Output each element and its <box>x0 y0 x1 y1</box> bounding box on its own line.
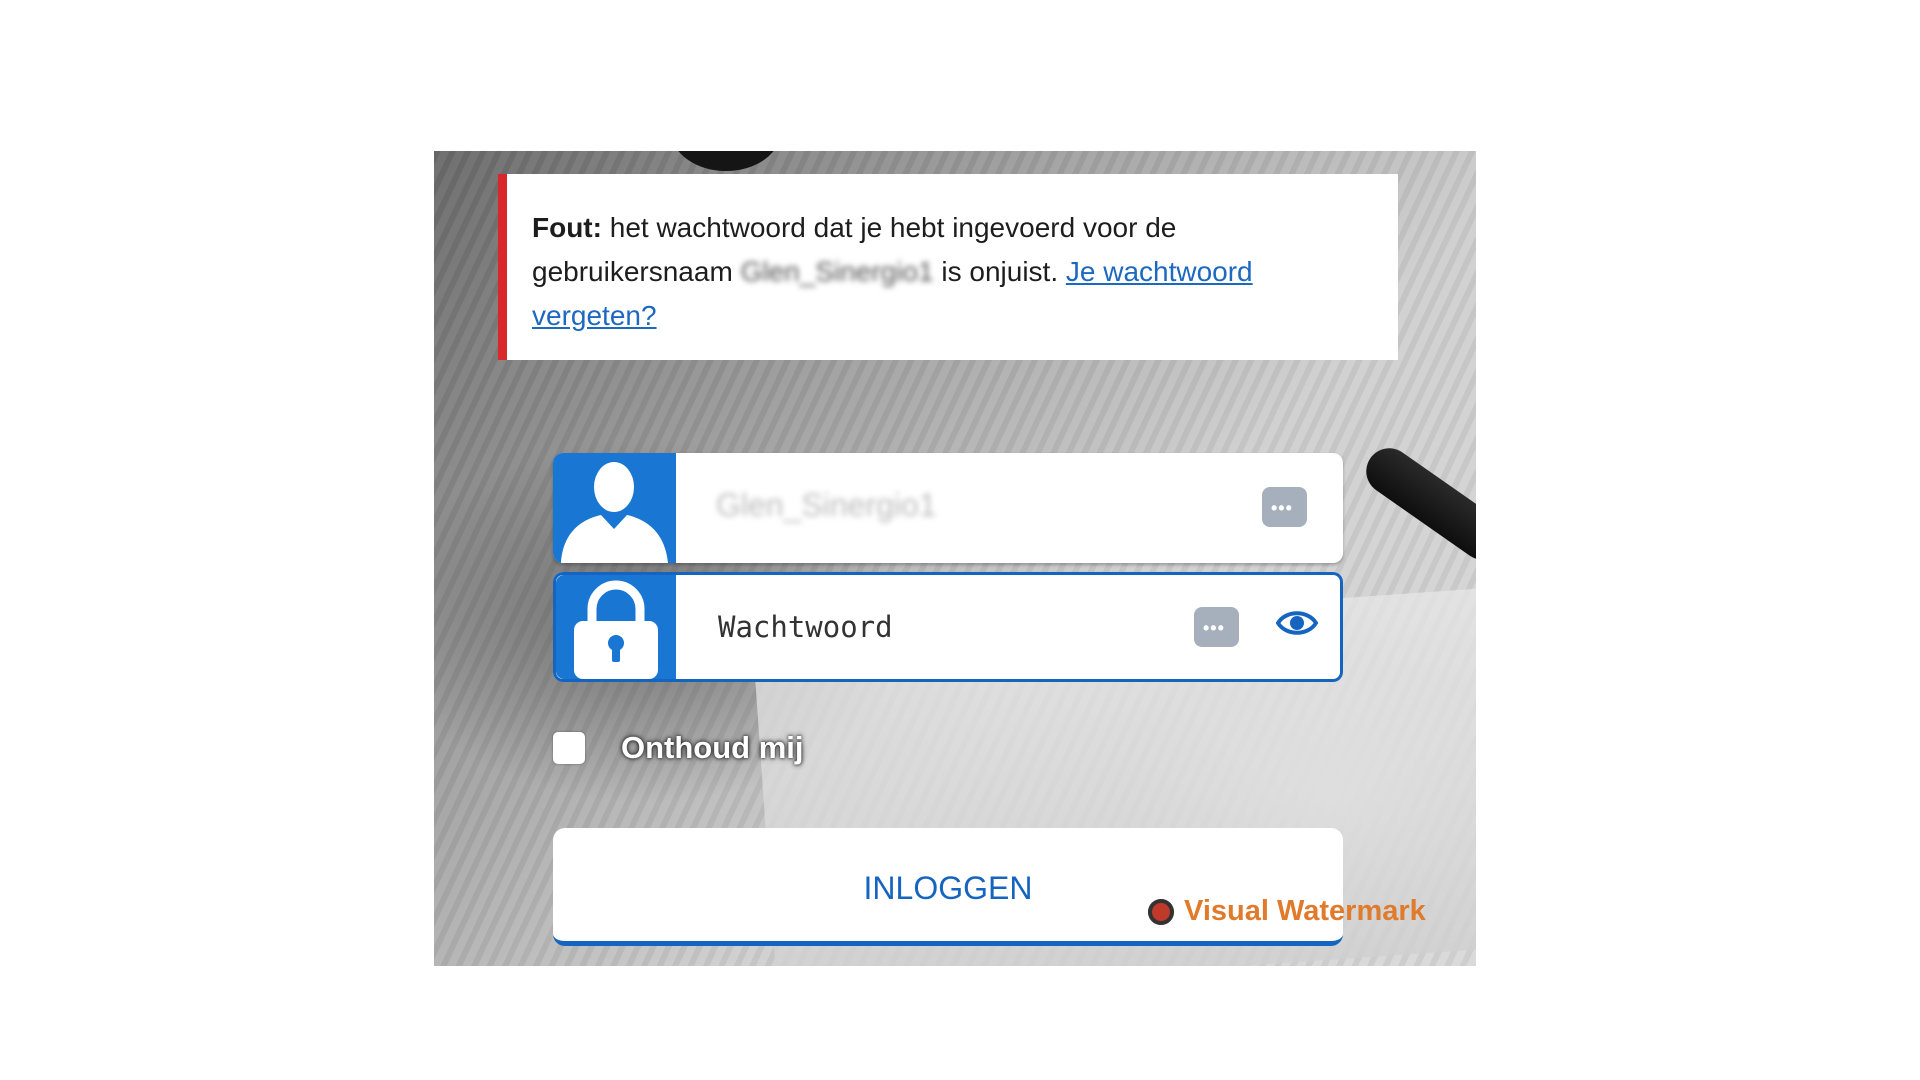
lock-icon <box>556 575 676 679</box>
watermark: Visual Watermark <box>1148 895 1426 928</box>
user-icon <box>553 453 676 563</box>
remember-me-checkbox[interactable] <box>553 732 585 764</box>
password-input[interactable] <box>716 596 1170 658</box>
show-password-eye-icon[interactable] <box>1275 602 1319 644</box>
password-input-area[interactable]: ••• <box>683 572 1343 682</box>
error-message-part2: is onjuist. <box>941 256 1059 287</box>
background-pen <box>1357 439 1476 569</box>
background-object <box>671 151 781 171</box>
error-username-redacted: Glen_Sinergio1 <box>740 256 934 287</box>
username-value: Glen_Sinergio1 <box>716 487 937 523</box>
remember-me[interactable]: Onthoud mij <box>553 728 804 768</box>
login-button[interactable]: INLOGGEN <box>553 828 1343 946</box>
error-notice: Fout: het wachtwoord dat je hebt ingevoe… <box>498 174 1398 360</box>
watermark-text: Visual Watermark <box>1184 895 1426 927</box>
username-field[interactable]: Glen_Sinergio1 ••• <box>553 453 1343 563</box>
watermark-icon <box>1148 898 1174 925</box>
password-manager-icon[interactable]: ••• <box>1194 607 1239 647</box>
password-field[interactable]: ••• <box>553 572 1343 682</box>
username-input[interactable]: Glen_Sinergio1 ••• <box>683 453 1343 563</box>
password-manager-icon[interactable]: ••• <box>1262 487 1307 527</box>
error-label: Fout: <box>532 212 602 243</box>
remember-me-label: Onthoud mij <box>621 730 804 765</box>
